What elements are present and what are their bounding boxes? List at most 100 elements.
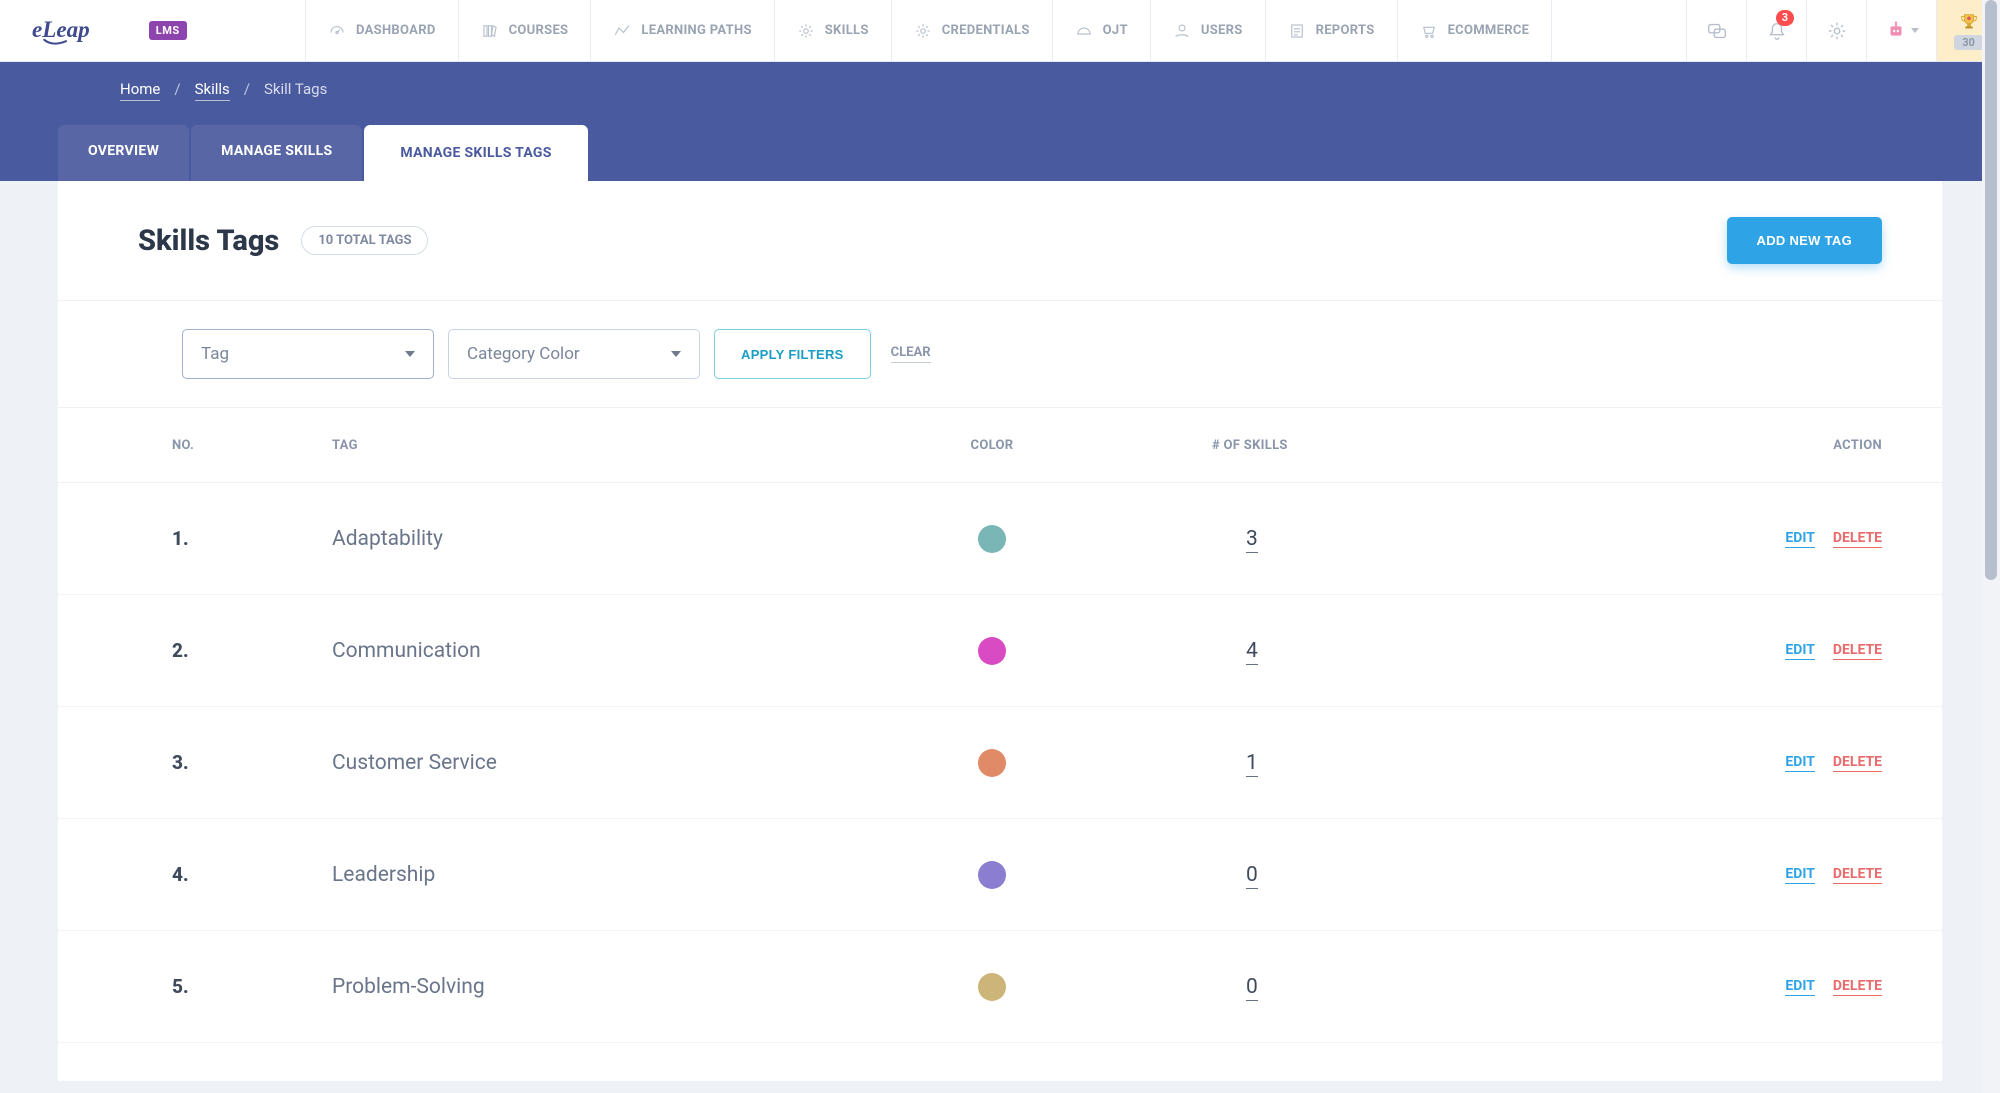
row-color-cell	[892, 525, 1212, 553]
nav-label: USERS	[1201, 23, 1243, 38]
skill-count-link[interactable]: 4	[1246, 639, 1258, 665]
table-row: 1. Adaptability 3 EDIT DELETE	[58, 483, 1942, 595]
row-skill-count: 1	[1212, 751, 1532, 775]
row-number: 1.	[172, 527, 332, 550]
row-actions: EDIT DELETE	[1532, 978, 1882, 996]
row-tag-name: Problem-Solving	[332, 975, 892, 999]
row-color-cell	[892, 749, 1212, 777]
nav-credentials[interactable]: CREDENTIALS	[892, 0, 1053, 61]
delete-link[interactable]: DELETE	[1833, 754, 1882, 772]
row-tag-name: Leadership	[332, 863, 892, 887]
nav-courses[interactable]: COURSES	[459, 0, 592, 61]
breadcrumb-current: Skill Tags	[264, 80, 327, 101]
settings-button[interactable]	[1806, 0, 1866, 61]
color-swatch-icon	[978, 749, 1006, 777]
nav-label: CREDENTIALS	[942, 23, 1030, 38]
clear-filters-link[interactable]: CLEAR	[891, 345, 931, 363]
row-number: 3.	[172, 751, 332, 774]
scrollbar[interactable]	[1982, 0, 2000, 1093]
edit-link[interactable]: EDIT	[1785, 530, 1815, 548]
edit-link[interactable]: EDIT	[1785, 866, 1815, 884]
th-skills: # OF SKILLS	[1212, 438, 1532, 453]
nav-skills[interactable]: SKILLS	[775, 0, 892, 61]
scrollbar-thumb[interactable]	[1985, 0, 1997, 580]
svg-text:eLeap: eLeap	[32, 16, 90, 42]
color-filter-select[interactable]: Category Color	[448, 329, 700, 379]
profile-menu[interactable]	[1866, 0, 1936, 61]
content-card: Skills Tags 10 TOTAL TAGS ADD NEW TAG Ta…	[58, 181, 1942, 1081]
edit-link[interactable]: EDIT	[1785, 978, 1815, 996]
row-actions: EDIT DELETE	[1532, 754, 1882, 772]
table-row: 3. Customer Service 1 EDIT DELETE	[58, 707, 1942, 819]
skill-count-link[interactable]: 0	[1246, 863, 1258, 889]
row-actions: EDIT DELETE	[1532, 530, 1882, 548]
chevron-down-icon	[671, 351, 681, 357]
delete-link[interactable]: DELETE	[1833, 530, 1882, 548]
row-color-cell	[892, 637, 1212, 665]
table-row: 2. Communication 4 EDIT DELETE	[58, 595, 1942, 707]
table-row: 5. Problem-Solving 0 EDIT DELETE	[58, 931, 1942, 1043]
th-tag: TAG	[332, 438, 892, 453]
delete-link[interactable]: DELETE	[1833, 978, 1882, 996]
nav-right: 3 30	[1686, 0, 2000, 61]
nav-users[interactable]: USERS	[1151, 0, 1266, 61]
breadcrumb-skills[interactable]: Skills	[195, 80, 230, 101]
row-number: 4.	[172, 863, 332, 886]
nav-reports[interactable]: REPORTS	[1266, 0, 1398, 61]
breadcrumb-sep: /	[174, 80, 180, 101]
logo-block[interactable]: eLeap LMS	[0, 0, 306, 61]
tab-overview[interactable]: OVERVIEW	[58, 125, 189, 181]
nav-dashboard[interactable]: DASHBOARD	[306, 0, 459, 61]
apply-filters-button[interactable]: APPLY FILTERS	[714, 329, 871, 379]
skill-count-link[interactable]: 3	[1246, 527, 1258, 553]
row-tag-name: Communication	[332, 639, 892, 663]
page-header: Home / Skills / Skill Tags OVERVIEW MANA…	[0, 62, 2000, 181]
gauge-icon	[328, 22, 346, 40]
row-actions: EDIT DELETE	[1532, 642, 1882, 660]
path-icon	[613, 22, 631, 40]
color-filter-label: Category Color	[467, 344, 580, 364]
eleap-logo-icon: eLeap	[32, 14, 141, 48]
tag-filter-select[interactable]: Tag	[182, 329, 434, 379]
nav-label: LEARNING PATHS	[641, 23, 751, 38]
skill-count-link[interactable]: 1	[1246, 751, 1258, 777]
row-skill-count: 4	[1212, 639, 1532, 663]
nav-label: OJT	[1103, 23, 1128, 38]
nav-ojt[interactable]: OJT	[1053, 0, 1151, 61]
edit-link[interactable]: EDIT	[1785, 642, 1815, 660]
tab-manage-skills-tags[interactable]: MANAGE SKILLS TAGS	[364, 125, 587, 181]
breadcrumb-home[interactable]: Home	[120, 80, 160, 101]
row-color-cell	[892, 973, 1212, 1001]
breadcrumb-sep: /	[244, 80, 250, 101]
helmet-icon	[1075, 22, 1093, 40]
delete-link[interactable]: DELETE	[1833, 642, 1882, 660]
row-actions: EDIT DELETE	[1532, 866, 1882, 884]
th-color: COLOR	[892, 438, 1212, 453]
content-header: Skills Tags 10 TOTAL TAGS ADD NEW TAG	[58, 181, 1942, 300]
page-title: Skills Tags	[138, 224, 279, 258]
report-icon	[1288, 22, 1306, 40]
chevron-down-icon	[1911, 28, 1919, 33]
tabs: OVERVIEW MANAGE SKILLS MANAGE SKILLS TAG…	[0, 125, 2000, 181]
delete-link[interactable]: DELETE	[1833, 866, 1882, 884]
tag-filter-label: Tag	[201, 344, 229, 364]
notifications-button[interactable]: 3	[1746, 0, 1806, 61]
messages-button[interactable]	[1686, 0, 1746, 61]
add-new-tag-button[interactable]: ADD NEW TAG	[1727, 217, 1883, 264]
nav-label: DASHBOARD	[356, 23, 436, 38]
trophy-icon	[1958, 11, 1980, 33]
filters-bar: Tag Category Color APPLY FILTERS CLEAR	[58, 300, 1942, 407]
nav-ecommerce[interactable]: ECOMMERCE	[1398, 0, 1553, 61]
chevron-down-icon	[405, 351, 415, 357]
color-swatch-icon	[978, 861, 1006, 889]
title-block: Skills Tags 10 TOTAL TAGS	[138, 224, 428, 258]
top-nav: eLeap LMS DASHBOARD COURSES LEARNING PAT…	[0, 0, 2000, 62]
row-skill-count: 0	[1212, 863, 1532, 887]
tab-manage-skills[interactable]: MANAGE SKILLS	[191, 125, 362, 181]
table-header: NO. TAG COLOR # OF SKILLS ACTION	[58, 407, 1942, 483]
row-color-cell	[892, 861, 1212, 889]
edit-link[interactable]: EDIT	[1785, 754, 1815, 772]
chat-icon	[1706, 20, 1728, 42]
nav-learning-paths[interactable]: LEARNING PATHS	[591, 0, 774, 61]
skill-count-link[interactable]: 0	[1246, 975, 1258, 1001]
